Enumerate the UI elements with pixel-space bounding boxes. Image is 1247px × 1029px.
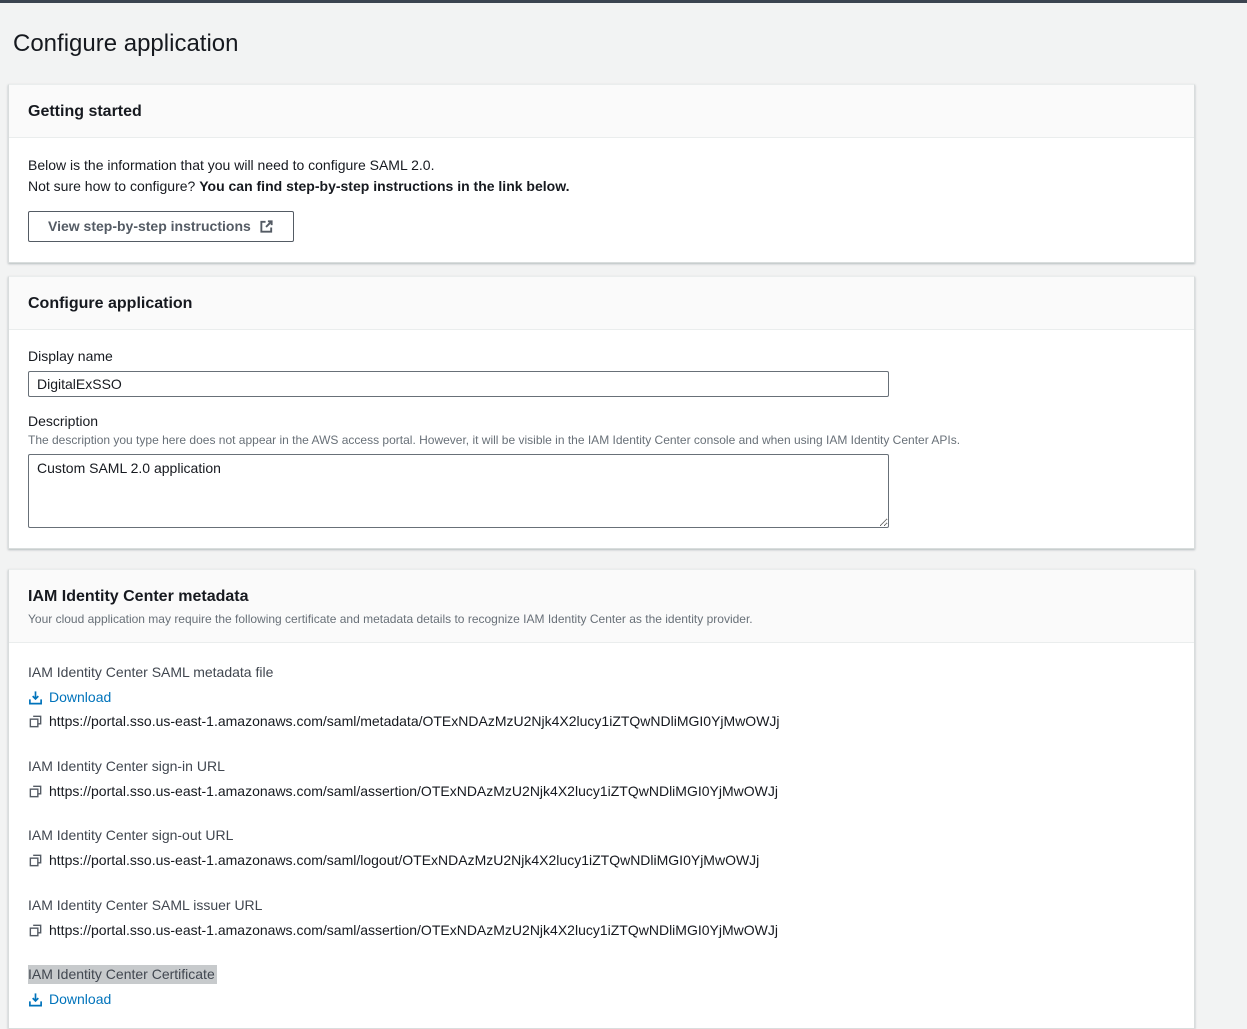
metadata-row-certificate: IAM Identity Center Certificate Download bbox=[28, 965, 1174, 1008]
view-instructions-label: View step-by-step instructions bbox=[48, 217, 251, 235]
getting-started-line2: Not sure how to configure? You can find … bbox=[28, 176, 1174, 197]
getting-started-body: Below is the information that you will n… bbox=[9, 138, 1194, 262]
sign-out-url-line: https://portal.sso.us-east-1.amazonaws.c… bbox=[28, 851, 1174, 869]
certificate-label-highlighted-text: IAM Identity Center Certificate bbox=[28, 965, 217, 984]
metadata-row-sign-in-url: IAM Identity Center sign-in URL https://… bbox=[28, 757, 1174, 800]
sign-in-url: https://portal.sso.us-east-1.amazonaws.c… bbox=[49, 782, 778, 800]
description-textarea[interactable]: Custom SAML 2.0 application bbox=[28, 454, 889, 528]
sign-out-url: https://portal.sso.us-east-1.amazonaws.c… bbox=[49, 851, 759, 869]
download-icon bbox=[28, 690, 43, 705]
metadata-row-sign-out-url: IAM Identity Center sign-out URL https:/… bbox=[28, 826, 1174, 869]
line2-bold: You can find step-by-step instructions i… bbox=[199, 178, 569, 194]
copy-icon[interactable] bbox=[28, 784, 43, 799]
page-title: Configure application bbox=[0, 19, 1247, 60]
getting-started-panel: Getting started Below is the information… bbox=[8, 84, 1195, 263]
configure-application-title: Configure application bbox=[28, 294, 1174, 314]
saml-issuer-url-line: https://portal.sso.us-east-1.amazonaws.c… bbox=[28, 921, 1174, 939]
copy-icon[interactable] bbox=[28, 923, 43, 938]
metadata-panel: IAM Identity Center metadata Your cloud … bbox=[8, 569, 1195, 1029]
configure-application-panel: Configure application Display name Descr… bbox=[8, 276, 1195, 549]
display-name-label: Display name bbox=[28, 347, 1174, 365]
download-icon bbox=[28, 992, 43, 1007]
configure-application-header: Configure application bbox=[9, 277, 1194, 330]
certificate-download[interactable]: Download bbox=[28, 990, 1174, 1008]
getting-started-header: Getting started bbox=[9, 85, 1194, 138]
sign-in-url-label: IAM Identity Center sign-in URL bbox=[28, 757, 1174, 775]
saml-issuer-url: https://portal.sso.us-east-1.amazonaws.c… bbox=[49, 921, 778, 939]
saml-metadata-file-label: IAM Identity Center SAML metadata file bbox=[28, 663, 1174, 681]
copy-icon[interactable] bbox=[28, 714, 43, 729]
sign-in-url-line: https://portal.sso.us-east-1.amazonaws.c… bbox=[28, 782, 1174, 800]
description-help-text: The description you type here does not a… bbox=[28, 432, 1174, 448]
saml-metadata-file-url: https://portal.sso.us-east-1.amazonaws.c… bbox=[49, 712, 780, 730]
saml-metadata-file-download[interactable]: Download bbox=[28, 688, 1174, 706]
metadata-body: IAM Identity Center SAML metadata file D… bbox=[9, 643, 1194, 1028]
external-link-icon bbox=[259, 219, 274, 234]
metadata-title: IAM Identity Center metadata bbox=[28, 587, 1174, 607]
certificate-label: IAM Identity Center Certificate bbox=[28, 965, 1174, 983]
getting-started-title: Getting started bbox=[28, 102, 1174, 122]
saml-metadata-file-url-line: https://portal.sso.us-east-1.amazonaws.c… bbox=[28, 712, 1174, 730]
metadata-row-saml-metadata-file: IAM Identity Center SAML metadata file D… bbox=[28, 663, 1174, 730]
description-label: Description bbox=[28, 412, 1174, 430]
content-area: Getting started Below is the information… bbox=[0, 76, 1247, 1029]
display-name-input[interactable] bbox=[28, 371, 889, 397]
metadata-row-saml-issuer-url: IAM Identity Center SAML issuer URL http… bbox=[28, 896, 1174, 939]
console-top-border bbox=[0, 0, 1247, 3]
sign-out-url-label: IAM Identity Center sign-out URL bbox=[28, 826, 1174, 844]
certificate-download-link[interactable]: Download bbox=[49, 990, 111, 1008]
metadata-subtitle: Your cloud application may require the f… bbox=[28, 611, 1174, 627]
saml-issuer-url-label: IAM Identity Center SAML issuer URL bbox=[28, 896, 1174, 914]
getting-started-line1: Below is the information that you will n… bbox=[28, 155, 1174, 176]
metadata-header: IAM Identity Center metadata Your cloud … bbox=[9, 570, 1194, 643]
copy-icon[interactable] bbox=[28, 853, 43, 868]
saml-metadata-file-download-link[interactable]: Download bbox=[49, 688, 111, 706]
line2-normal: Not sure how to configure? bbox=[28, 178, 199, 194]
configure-application-body: Display name Description The description… bbox=[9, 330, 1194, 548]
view-instructions-button[interactable]: View step-by-step instructions bbox=[28, 211, 294, 242]
